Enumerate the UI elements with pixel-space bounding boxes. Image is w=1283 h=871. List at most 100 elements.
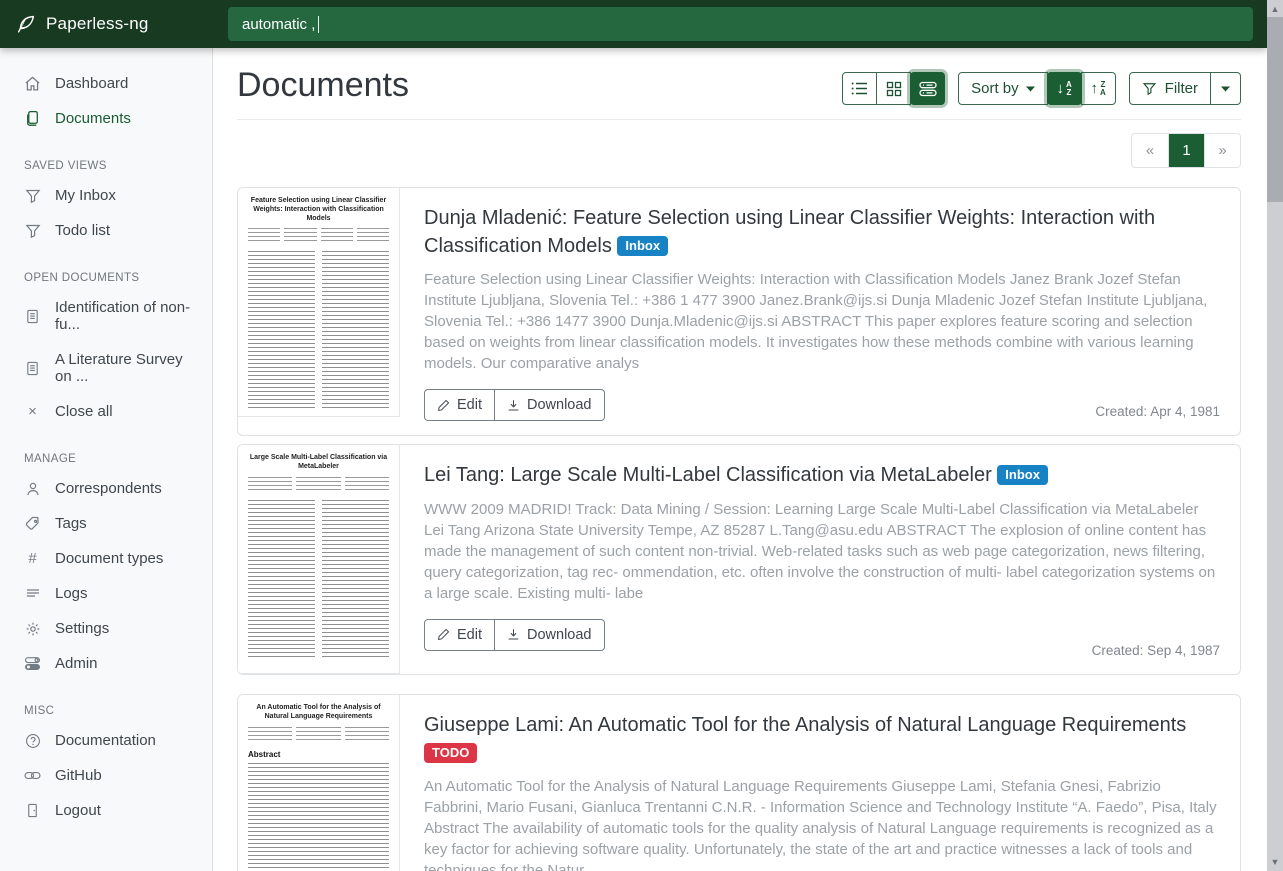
tag-icon	[24, 515, 41, 532]
edit-button[interactable]: Edit	[424, 619, 495, 651]
sidebar-section-saved-views: SAVED VIEWS	[0, 156, 212, 176]
document-card: Feature Selection using Linear Classifie…	[237, 187, 1241, 436]
pagination-next-button[interactable]: »	[1204, 134, 1240, 167]
view-toggle-group	[842, 72, 945, 105]
list-view-icon	[851, 81, 868, 96]
sidebar-item-tags[interactable]: Tags	[0, 506, 212, 541]
download-button[interactable]: Download	[494, 389, 605, 421]
pagination-prev-button[interactable]: «	[1132, 134, 1168, 167]
download-icon	[507, 628, 520, 641]
document-thumbnail[interactable]: Feature Selection using Linear Classifie…	[238, 188, 400, 417]
page-title: Documents	[237, 66, 409, 105]
filter-dropdown-button[interactable]	[1210, 72, 1241, 105]
tag-badge[interactable]: TODO	[424, 743, 477, 763]
sidebar-item-settings[interactable]: Settings	[0, 611, 212, 646]
list-view-button[interactable]	[842, 72, 877, 105]
toggles-icon	[24, 655, 41, 672]
download-icon	[507, 399, 520, 412]
funnel-icon	[24, 222, 41, 239]
document-title[interactable]: Lei Tang: Large Scale Multi-Label Classi…	[424, 462, 1220, 490]
pagination: « 1 »	[1131, 133, 1241, 168]
document-actions: Edit Download	[424, 619, 605, 651]
gear-icon	[24, 620, 41, 637]
sidebar-open-doc-1[interactable]: Identification of non-fu...	[0, 290, 212, 342]
close-icon: ×	[24, 403, 41, 420]
document-title[interactable]: Dunja Mladenić: Feature Selection using …	[424, 205, 1220, 260]
document-actions: Edit Download	[424, 389, 605, 421]
hash-icon: #	[24, 550, 41, 567]
edit-button[interactable]: Edit	[424, 389, 495, 421]
documents-toolbar: Sort by ↓AZ ↑ZA	[842, 72, 1241, 105]
documents-icon	[24, 110, 41, 127]
sidebar-close-all[interactable]: × Close all	[0, 394, 212, 429]
logs-icon	[24, 585, 41, 602]
funnel-icon	[24, 187, 41, 204]
pencil-icon	[437, 399, 450, 412]
download-button[interactable]: Download	[494, 619, 605, 651]
sidebar-open-doc-2[interactable]: A Literature Survey on ...	[0, 342, 212, 394]
document-thumbnail[interactable]: An Automatic Tool for the Analysis of Na…	[238, 695, 400, 871]
tag-badge[interactable]: Inbox	[617, 236, 668, 256]
created-date: Created: Apr 4, 1981	[1095, 404, 1220, 419]
filter-button[interactable]: Filter	[1129, 72, 1211, 105]
sidebar-item-dashboard[interactable]: Dashboard	[0, 66, 212, 101]
text-cursor	[318, 16, 319, 33]
document-card: An Automatic Tool for the Analysis of Na…	[237, 694, 1241, 871]
sort-descending-button[interactable]: ↓AZ	[1047, 72, 1082, 105]
scroll-up-arrow-icon[interactable]: ▲	[1267, 1, 1283, 17]
sidebar-section-manage: MANAGE	[0, 449, 212, 469]
app-brand[interactable]: Paperless-ng	[0, 14, 213, 34]
document-excerpt: An Automatic Tool for the Analysis of Na…	[424, 776, 1220, 871]
sort-by-dropdown[interactable]: Sort by	[958, 72, 1048, 105]
document-excerpt: WWW 2009 MADRID! Track: Data Mining / Se…	[424, 499, 1220, 604]
pencil-icon	[437, 628, 450, 641]
grid-view-icon	[886, 81, 902, 97]
top-navbar: Paperless-ng automatic ,	[0, 0, 1267, 48]
sort-descending-icon: ↓AZ	[1057, 81, 1072, 97]
created-date: Created: Sep 4, 1987	[1092, 643, 1220, 658]
details-view-icon	[919, 81, 937, 97]
chevron-down-icon	[1221, 86, 1230, 92]
funnel-icon	[1142, 82, 1157, 96]
sidebar-item-admin[interactable]: Admin	[0, 646, 212, 681]
sidebar-item-correspondents[interactable]: Correspondents	[0, 471, 212, 506]
document-title[interactable]: Giuseppe Lami: An Automatic Tool for the…	[424, 712, 1220, 767]
sort-ascending-icon: ↑ZA	[1091, 81, 1106, 97]
document-excerpt: Feature Selection using Linear Classifie…	[424, 269, 1220, 374]
file-text-icon	[24, 360, 41, 377]
sidebar-section-open-documents: OPEN DOCUMENTS	[0, 268, 212, 288]
sidebar-item-logs[interactable]: Logs	[0, 576, 212, 611]
sidebar-item-documents[interactable]: Documents	[0, 101, 212, 136]
sidebar: Dashboard Documents SAVED VIEWS My Inbox…	[0, 48, 213, 871]
sidebar-section-misc: MISC	[0, 701, 212, 721]
sidebar-item-documentation[interactable]: Documentation	[0, 723, 212, 758]
scrollbar-thumb[interactable]	[1267, 17, 1283, 202]
filter-group: Filter	[1129, 72, 1241, 105]
sidebar-item-todo-list[interactable]: Todo list	[0, 213, 212, 248]
vertical-scrollbar[interactable]: ▲ ▼	[1267, 0, 1283, 871]
document-card: Large Scale Multi-Label Classification v…	[237, 444, 1241, 675]
file-text-icon	[24, 308, 41, 325]
sidebar-item-my-inbox[interactable]: My Inbox	[0, 178, 212, 213]
leaf-logo-icon	[16, 14, 36, 34]
main-content: Documents	[213, 48, 1267, 871]
sidebar-item-github[interactable]: GitHub	[0, 758, 212, 793]
search-value: automatic ,	[242, 16, 315, 33]
door-icon	[24, 802, 41, 819]
question-circle-icon	[24, 732, 41, 749]
sort-ascending-button[interactable]: ↑ZA	[1081, 72, 1116, 105]
person-icon	[24, 480, 41, 497]
app-title: Paperless-ng	[46, 14, 149, 34]
grid-view-button[interactable]	[876, 72, 911, 105]
sidebar-item-logout[interactable]: Logout	[0, 793, 212, 828]
search-input[interactable]: automatic ,	[228, 7, 1253, 41]
details-view-button[interactable]	[910, 72, 945, 105]
chevron-down-icon	[1026, 86, 1035, 92]
tag-badge[interactable]: Inbox	[997, 465, 1048, 485]
pagination-page-1[interactable]: 1	[1168, 134, 1204, 167]
link-icon	[24, 767, 41, 784]
document-thumbnail[interactable]: Large Scale Multi-Label Classification v…	[238, 445, 400, 674]
sidebar-item-document-types[interactable]: # Document types	[0, 541, 212, 576]
sort-group: Sort by ↓AZ ↑ZA	[958, 72, 1116, 105]
scroll-down-arrow-icon[interactable]: ▼	[1267, 854, 1283, 870]
